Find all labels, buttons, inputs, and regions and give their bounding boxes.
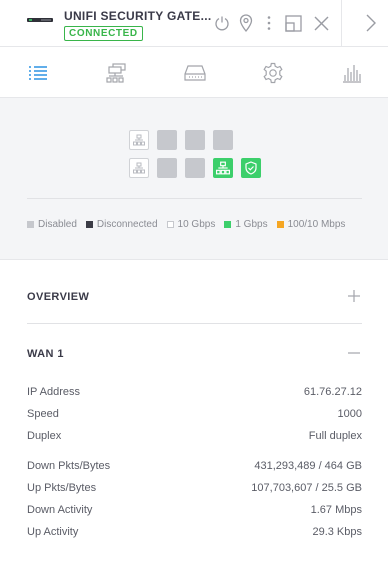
detail-row-duplex: Duplex Full duplex xyxy=(27,430,362,446)
ports-divider xyxy=(27,198,362,199)
legend-label: Disconnected xyxy=(96,219,158,230)
popout-icon[interactable] xyxy=(283,13,303,33)
tab-device[interactable] xyxy=(183,62,207,84)
topology-icon xyxy=(106,63,126,83)
locate-icon[interactable] xyxy=(236,13,256,33)
detail-value: 1000 xyxy=(337,408,362,420)
port-5[interactable] xyxy=(129,158,149,178)
status-badge: CONNECTED xyxy=(64,26,143,41)
stat-value: 1.67 Mbps xyxy=(310,504,362,516)
overview-title[interactable]: OVERVIEW xyxy=(27,291,89,303)
section-divider xyxy=(27,323,362,324)
port-4[interactable] xyxy=(213,130,233,150)
stat-row-down-activity: Down Activity 1.67 Mbps xyxy=(27,504,362,520)
legend-label: Disabled xyxy=(38,219,77,230)
detail-label: IP Address xyxy=(27,386,80,398)
restart-icon[interactable] xyxy=(212,13,232,33)
detail-row-speed: Speed 1000 xyxy=(27,408,362,424)
legend-swatch xyxy=(27,221,34,228)
port-icon xyxy=(133,162,145,174)
port-legend: Disabled Disconnected 10 Gbps 1 Gbps 100… xyxy=(27,219,345,230)
stat-label: Up Pkts/Bytes xyxy=(27,482,97,494)
lan-port-icon xyxy=(216,161,230,175)
close-icon[interactable] xyxy=(311,13,331,33)
stats-icon xyxy=(343,65,361,83)
stat-value: 107,703,607 / 25.5 GB xyxy=(251,482,362,494)
detail-row-ip: IP Address 61.76.27.12 xyxy=(27,386,362,402)
more-icon[interactable] xyxy=(259,13,279,33)
wan-title[interactable]: WAN 1 xyxy=(27,348,64,360)
detail-label: Speed xyxy=(27,408,59,420)
legend-label: 100/10 Mbps xyxy=(287,219,346,230)
port-8-lan[interactable] xyxy=(213,158,233,178)
tab-bar xyxy=(0,47,388,98)
stat-row-down-pkts: Down Pkts/Bytes 431,293,489 / 464 GB xyxy=(27,460,362,476)
stat-label: Down Pkts/Bytes xyxy=(27,460,111,472)
legend-label: 10 Gbps xyxy=(177,219,216,230)
legend-swatch xyxy=(166,221,174,228)
gear-icon xyxy=(263,62,283,84)
stat-label: Up Activity xyxy=(27,526,79,538)
tab-statistics[interactable] xyxy=(340,62,364,84)
expand-icon[interactable] xyxy=(347,289,361,303)
legend-swatch xyxy=(276,221,284,228)
detail-label: Duplex xyxy=(27,430,62,442)
port-icon xyxy=(133,134,145,146)
panel-header: UNIFI SECURITY GATE... CONNECTED xyxy=(0,0,388,47)
ports-panel: Disabled Disconnected 10 Gbps 1 Gbps 100… xyxy=(0,98,388,260)
legend-swatch xyxy=(85,221,93,228)
legend-label: 1 Gbps xyxy=(235,219,268,230)
device-title: UNIFI SECURITY GATE... xyxy=(64,9,212,23)
stat-row-up-activity: Up Activity 29.3 Kbps xyxy=(27,526,362,542)
tab-settings[interactable] xyxy=(261,62,285,84)
header-divider xyxy=(341,0,342,47)
legend-10gbps: 10 Gbps xyxy=(166,219,216,230)
collapse-icon[interactable] xyxy=(347,346,361,360)
detail-value: 61.76.27.12 xyxy=(303,386,362,398)
stat-value: 431,293,489 / 464 GB xyxy=(254,460,362,472)
stat-value: 29.3 Kbps xyxy=(312,526,362,538)
legend-swatch xyxy=(224,221,232,228)
port-9-wan[interactable] xyxy=(241,158,261,178)
stat-label: Down Activity xyxy=(27,504,93,516)
port-6[interactable] xyxy=(157,158,177,178)
legend-disabled: Disabled xyxy=(27,219,77,230)
list-icon xyxy=(29,66,47,80)
legend-1gbps: 1 Gbps xyxy=(224,219,268,230)
port-7[interactable] xyxy=(185,158,205,178)
tab-details[interactable] xyxy=(26,62,50,84)
port-1[interactable] xyxy=(129,130,149,150)
device-thumb-icon xyxy=(27,18,53,22)
hardware-icon xyxy=(184,65,206,81)
tab-network[interactable] xyxy=(105,62,129,84)
port-3[interactable] xyxy=(185,130,205,150)
next-icon[interactable] xyxy=(360,13,380,33)
legend-100-10mbps: 100/10 Mbps xyxy=(276,219,346,230)
wan-shield-icon xyxy=(245,161,257,175)
detail-value: Full duplex xyxy=(308,430,362,442)
stat-row-up-pkts: Up Pkts/Bytes 107,703,607 / 25.5 GB xyxy=(27,482,362,498)
port-2[interactable] xyxy=(157,130,177,150)
legend-disconnected: Disconnected xyxy=(85,219,158,230)
